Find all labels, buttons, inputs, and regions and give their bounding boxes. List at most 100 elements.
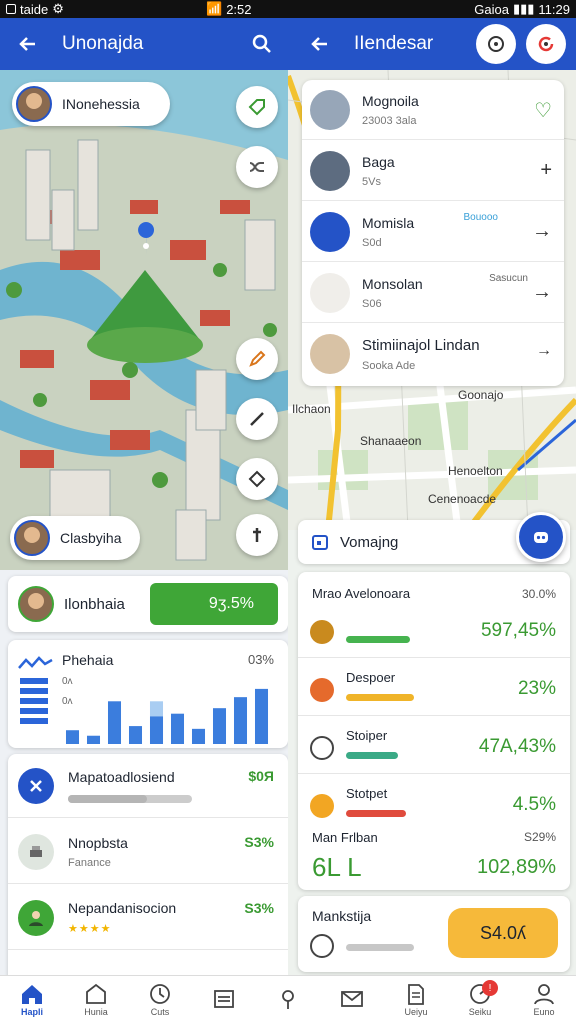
status-right-time: 11:29 bbox=[538, 1, 570, 17]
places-list-card: Mognoila 23003 3ala ♡ Baga 5Vs + Momisla… bbox=[302, 80, 564, 386]
settings-icon: ⚙ bbox=[52, 1, 64, 16]
list-item[interactable]: Momisla S0d Bouooo → bbox=[302, 202, 564, 262]
list-item-value: $0Я bbox=[248, 768, 274, 784]
heart-icon[interactable]: ♡ bbox=[534, 98, 552, 123]
nav-documents[interactable]: Ueiyu bbox=[384, 976, 448, 1024]
avatar bbox=[310, 334, 350, 374]
rating-stars: ★★★★ bbox=[68, 923, 112, 935]
compass-button[interactable] bbox=[476, 24, 516, 64]
highlight-card[interactable]: Ilonbhaia 9ʒ.5% bbox=[8, 576, 288, 632]
arrow-right-icon[interactable]: → bbox=[532, 220, 552, 243]
stats-header-name: Mrao Avelonoara bbox=[312, 586, 411, 601]
measure-button[interactable] bbox=[236, 398, 278, 440]
bar-chart bbox=[65, 688, 269, 744]
home-icon bbox=[22, 985, 42, 1004]
nav-list[interactable] bbox=[192, 976, 256, 1024]
stat-value: 47A,43% bbox=[478, 736, 556, 757]
nav-profile[interactable]: Euno bbox=[512, 976, 576, 1024]
list-item-value: S3% bbox=[244, 900, 274, 916]
nav-mail[interactable] bbox=[320, 976, 384, 1024]
stat-row[interactable]: 597,45% bbox=[298, 602, 570, 658]
chat-bot-button[interactable] bbox=[516, 512, 566, 562]
map-pin-icon bbox=[310, 678, 334, 702]
page-title-right: IIendesar bbox=[354, 33, 434, 54]
highlight-value: 9ʒ.5% bbox=[208, 595, 254, 612]
route-button[interactable] bbox=[236, 146, 278, 188]
signal-icon: ▮▮▮ bbox=[512, 1, 535, 16]
bar-chart-card[interactable]: Phehaia 03% 0ʌ 0ʌ bbox=[8, 640, 288, 748]
list-item[interactable]: Mognoila 23003 3ala ♡ bbox=[302, 80, 564, 140]
ruler-icon bbox=[250, 412, 264, 426]
layers-button[interactable] bbox=[236, 86, 278, 128]
nav-inbox[interactable]: Hunia bbox=[64, 976, 128, 1024]
edit-button[interactable] bbox=[236, 338, 278, 380]
avatar bbox=[310, 211, 350, 252]
wrench-icon bbox=[253, 528, 261, 542]
city-map-3d[interactable]: INonehessia Clasbyiha bbox=[0, 70, 288, 570]
place-sub: 5Vs bbox=[362, 175, 381, 188]
notification-badge: ! bbox=[482, 980, 498, 996]
avatar bbox=[16, 86, 52, 122]
back-arrow-icon[interactable] bbox=[306, 30, 334, 58]
list-item[interactable]: Mapatoadlosiend $0Я bbox=[8, 754, 288, 818]
total-label: Man Frlban bbox=[312, 830, 378, 845]
stats-list-card: Mapatoadlosiend $0Я Nnopbsta Fanance S3%… bbox=[8, 754, 288, 975]
stat-bar bbox=[346, 636, 410, 643]
notification-icon bbox=[6, 4, 16, 14]
place-sub: 23003 3ala bbox=[362, 114, 417, 127]
highlight-name: Ilonbhaia bbox=[64, 595, 125, 613]
place-sub: Sooka Ade bbox=[362, 359, 416, 372]
nav-history[interactable]: Cuts bbox=[128, 976, 192, 1024]
profile-button[interactable] bbox=[526, 24, 566, 64]
list-item-name: Nnopbsta bbox=[68, 834, 128, 851]
total-percent: S29% bbox=[523, 830, 556, 844]
left-app-bar: Unonajda bbox=[0, 18, 288, 70]
search-icon[interactable] bbox=[248, 30, 276, 58]
nav-label: Seiku bbox=[468, 1007, 492, 1017]
arrow-right-icon[interactable]: → bbox=[536, 342, 552, 360]
stat-row[interactable]: Despoer 23% bbox=[298, 660, 570, 716]
list-item[interactable]: Stimiinajol Lindan Sooka Ade → bbox=[302, 324, 564, 384]
list-bars-icon bbox=[20, 678, 48, 724]
location-chip-label: INonehessia bbox=[62, 96, 140, 112]
tag-icon bbox=[248, 99, 265, 116]
list-item-value: S3% bbox=[244, 834, 274, 850]
chart-bar bbox=[233, 697, 248, 744]
arrow-right-icon[interactable]: → bbox=[532, 281, 552, 304]
market-value-pill[interactable]: S4.0ʎ bbox=[448, 908, 558, 958]
stat-bar bbox=[346, 752, 398, 759]
stat-label: Stotpet bbox=[346, 786, 388, 801]
back-arrow-icon[interactable] bbox=[14, 30, 42, 58]
total-value: 102,89% bbox=[477, 856, 556, 878]
stat-bar bbox=[346, 694, 414, 701]
chart-bar bbox=[254, 688, 269, 744]
stat-value: 23% bbox=[517, 678, 556, 699]
stat-row[interactable]: Stoiper 47A,43% bbox=[298, 718, 570, 774]
place-tag: Bouooo bbox=[463, 212, 498, 223]
tools-button[interactable] bbox=[236, 514, 278, 556]
nav-speed[interactable]: ! Seiku bbox=[448, 976, 512, 1024]
close-icon bbox=[18, 767, 54, 804]
nav-home[interactable]: Hapli bbox=[0, 976, 64, 1024]
list-item-name: Mapatoadlosiend bbox=[68, 768, 175, 785]
list-item[interactable]: Baga 5Vs + bbox=[302, 141, 564, 201]
person-chip[interactable]: Clasbyiha bbox=[10, 516, 140, 560]
nav-location[interactable] bbox=[256, 976, 320, 1024]
total-big-text: 6L L bbox=[312, 852, 362, 882]
avatar bbox=[310, 272, 350, 313]
list-item[interactable]: Nepandanisocion ★★★★ S3% bbox=[8, 886, 288, 950]
navigate-button[interactable] bbox=[236, 458, 278, 500]
place-name: Stimiinajol Lindan bbox=[362, 336, 480, 354]
pencil-icon bbox=[249, 350, 266, 367]
chart-bar bbox=[86, 735, 101, 744]
location-chip[interactable]: INonehessia bbox=[12, 82, 170, 126]
building-thumbnail bbox=[310, 150, 350, 191]
market-card[interactable]: Mankstija S4.0ʎ bbox=[298, 896, 570, 972]
stats-header: Mrao Avelonoara 30.0% bbox=[298, 586, 570, 601]
globe-icon bbox=[310, 934, 334, 958]
stats-total: Man Frlban S29% 6L L 102,89% bbox=[298, 818, 570, 888]
list-item[interactable]: Monsolan S06 Sasucun → bbox=[302, 263, 564, 323]
list-item[interactable]: Nnopbsta Fanance S3% bbox=[8, 820, 288, 884]
plus-icon[interactable]: + bbox=[540, 159, 552, 182]
page-title: Unonajda bbox=[62, 33, 144, 54]
